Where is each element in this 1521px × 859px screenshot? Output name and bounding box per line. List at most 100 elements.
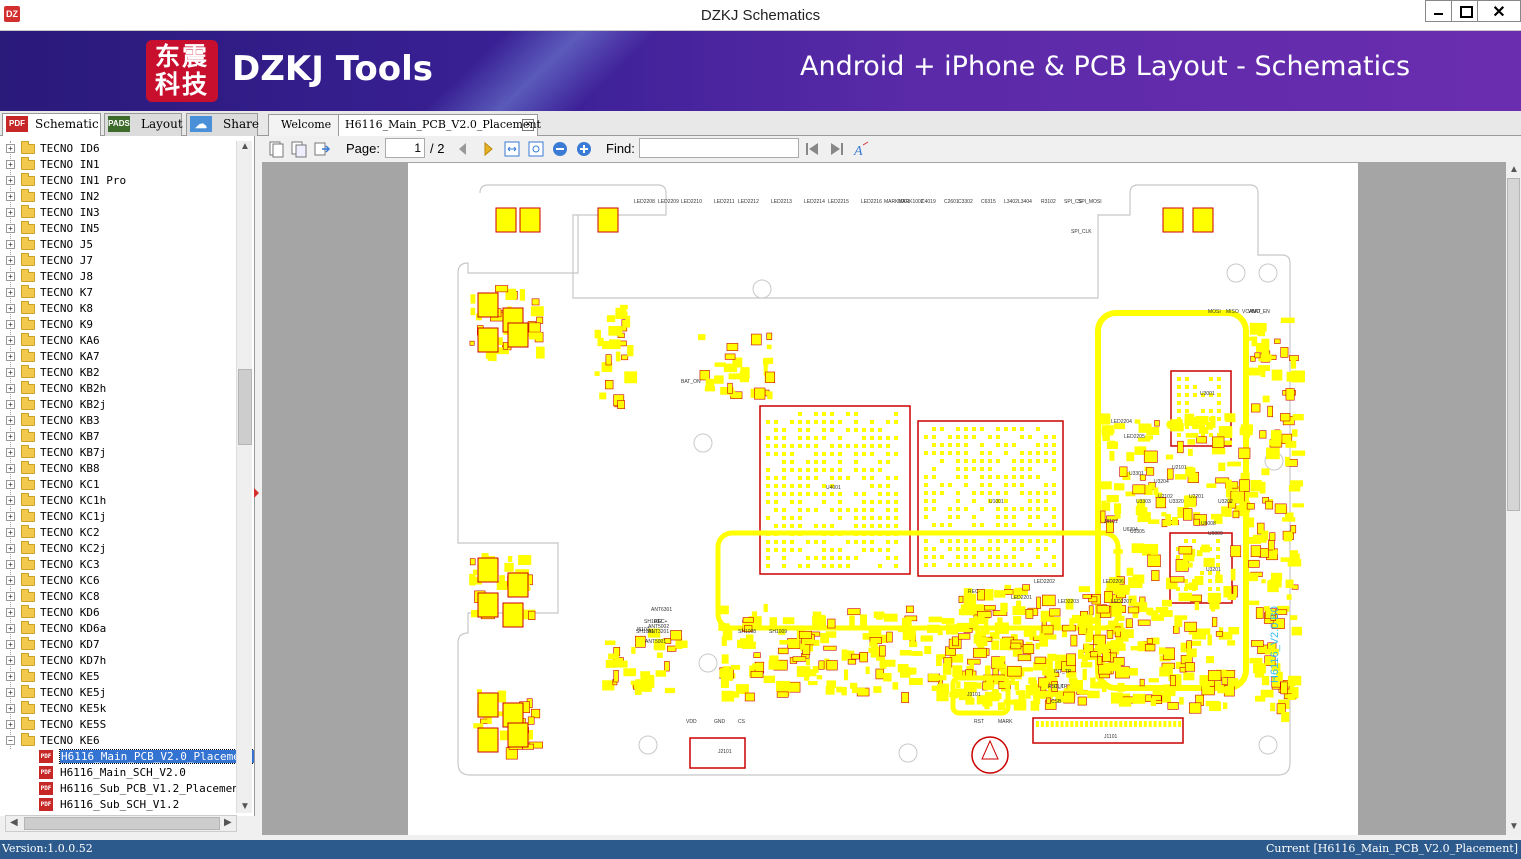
- tree-scroll-thumb[interactable]: [238, 369, 252, 445]
- expand-icon[interactable]: +: [6, 496, 15, 505]
- tree-folder-item[interactable]: + TECNO KE5j: [0, 685, 236, 701]
- tab-layout[interactable]: PADS Layout: [104, 113, 183, 136]
- expand-icon[interactable]: +: [6, 416, 15, 425]
- tree-folder-item[interactable]: + TECNO K7: [0, 285, 236, 301]
- panel-collapse-icon[interactable]: [254, 488, 259, 498]
- expand-icon[interactable]: +: [6, 288, 15, 297]
- expand-icon[interactable]: +: [6, 464, 15, 473]
- next-page-icon[interactable]: [479, 140, 497, 158]
- tree-folder-item[interactable]: + TECNO KB2h: [0, 381, 236, 397]
- copy-icon[interactable]: [290, 140, 308, 158]
- tab-welcome[interactable]: Welcome: [268, 114, 340, 136]
- tree-folder-item[interactable]: + TECNO KB3: [0, 413, 236, 429]
- expand-icon[interactable]: +: [6, 672, 15, 681]
- tree-folder-item[interactable]: + TECNO KA7: [0, 349, 236, 365]
- tree-folder-item[interactable]: + TECNO K9: [0, 317, 236, 333]
- tree-file-item[interactable]: PDF H6116_Sub_SCH_V1.2: [0, 797, 236, 813]
- tree-horizontal-scrollbar[interactable]: ◀ ▶: [5, 815, 237, 832]
- fit-width-icon[interactable]: [503, 140, 521, 158]
- tree-folder-item[interactable]: + TECNO IN1 Pro: [0, 173, 236, 189]
- tree-folder-item[interactable]: + TECNO IN5: [0, 221, 236, 237]
- tree-folder-item[interactable]: + TECNO KD7h: [0, 653, 236, 669]
- tree-file-item[interactable]: PDF H6116_Sub_PCB_V1.2_Placement: [0, 781, 245, 797]
- expand-icon[interactable]: +: [6, 560, 15, 569]
- tree-folder-item[interactable]: + TECNO IN2: [0, 189, 236, 205]
- maximize-icon[interactable]: [1451, 0, 1478, 22]
- expand-icon[interactable]: +: [6, 144, 15, 153]
- expand-icon[interactable]: +: [6, 608, 15, 617]
- expand-icon[interactable]: +: [6, 640, 15, 649]
- expand-icon[interactable]: +: [6, 528, 15, 537]
- expand-icon[interactable]: +: [6, 368, 15, 377]
- tree-folder-item[interactable]: + TECNO KD6a: [0, 621, 236, 637]
- viewer-scroll-down-icon[interactable]: ▼: [1509, 821, 1519, 832]
- tab-close-icon[interactable]: ×: [522, 119, 534, 131]
- zoom-out-icon[interactable]: [551, 140, 569, 158]
- minimize-icon[interactable]: [1425, 0, 1452, 22]
- tree-folder-item[interactable]: + TECNO ID6: [0, 141, 236, 157]
- find-input[interactable]: [639, 138, 799, 158]
- tree-folder-item[interactable]: + TECNO KB7: [0, 429, 236, 445]
- find-next-icon[interactable]: [828, 140, 846, 158]
- match-case-icon[interactable]: A: [852, 140, 870, 158]
- viewer-scroll-thumb[interactable]: [1507, 178, 1520, 511]
- tree-folder-item[interactable]: + TECNO KB2j: [0, 397, 236, 413]
- tree-folder-item[interactable]: + TECNO IN1: [0, 157, 236, 173]
- tree-folder-item[interactable]: + TECNO KC1h: [0, 493, 236, 509]
- tab-current-document[interactable]: H6116_Main_PCB_V2.0_Placement ×: [338, 114, 541, 137]
- expand-icon[interactable]: +: [6, 176, 15, 185]
- expand-icon[interactable]: +: [6, 704, 15, 713]
- tree-folder-item[interactable]: + TECNO KC2j: [0, 541, 236, 557]
- tree-folder-item[interactable]: + TECNO J5: [0, 237, 236, 253]
- tree-folder-item[interactable]: + TECNO KB2: [0, 365, 236, 381]
- tree-folder-item[interactable]: − TECNO KE6: [0, 733, 236, 749]
- tree-folder-item[interactable]: + TECNO K8: [0, 301, 236, 317]
- tree-folder-item[interactable]: + TECNO KE5: [0, 669, 236, 685]
- tab-schematic[interactable]: PDF Schematic: [2, 113, 101, 137]
- expand-icon[interactable]: +: [6, 304, 15, 313]
- scroll-down-icon[interactable]: ▼: [240, 801, 250, 812]
- scroll-left-icon[interactable]: ◀: [10, 817, 18, 828]
- tree-file-item[interactable]: PDF H6116_Main_PCB_V2.0_Placement: [0, 749, 254, 765]
- expand-icon[interactable]: +: [6, 320, 15, 329]
- tree-folder-item[interactable]: + TECNO KC1: [0, 477, 236, 493]
- tree-folder-item[interactable]: + TECNO J8: [0, 269, 236, 285]
- tree-folder-item[interactable]: + TECNO KB7j: [0, 445, 236, 461]
- tree-folder-item[interactable]: + TECNO KC8: [0, 589, 236, 605]
- scroll-up-icon[interactable]: ▲: [240, 141, 250, 152]
- tree-folder-item[interactable]: + TECNO KC3: [0, 557, 236, 573]
- expand-icon[interactable]: +: [6, 720, 15, 729]
- tree-folder-item[interactable]: + TECNO KA6: [0, 333, 236, 349]
- tree-folder-item[interactable]: + TECNO IN3: [0, 205, 236, 221]
- expand-icon[interactable]: +: [6, 656, 15, 665]
- expand-icon[interactable]: +: [6, 512, 15, 521]
- expand-icon[interactable]: +: [6, 384, 15, 393]
- tree-folder-item[interactable]: + TECNO J7: [0, 253, 236, 269]
- tree-folder-item[interactable]: + TECNO KC6: [0, 573, 236, 589]
- expand-icon[interactable]: +: [6, 592, 15, 601]
- export-icon[interactable]: [313, 140, 331, 158]
- tree-hscroll-thumb[interactable]: [24, 817, 220, 830]
- find-previous-icon[interactable]: [803, 140, 821, 158]
- viewer-vertical-scrollbar[interactable]: ▲ ▼: [1506, 162, 1521, 835]
- expand-icon[interactable]: +: [6, 576, 15, 585]
- expand-icon[interactable]: +: [6, 256, 15, 265]
- document-viewer[interactable]: U4001 U1001 U3201 U3001 U3301 U3303 U3305 U3320…: [262, 162, 1506, 835]
- tree-folder-item[interactable]: + TECNO KE5S: [0, 717, 236, 733]
- collapse-icon[interactable]: −: [6, 736, 15, 745]
- open-file-icon[interactable]: [267, 140, 285, 158]
- fit-page-icon[interactable]: [527, 140, 545, 158]
- expand-icon[interactable]: +: [6, 400, 15, 409]
- expand-icon[interactable]: +: [6, 192, 15, 201]
- expand-icon[interactable]: +: [6, 272, 15, 281]
- tree-folder-item[interactable]: + TECNO KD7: [0, 637, 236, 653]
- expand-icon[interactable]: +: [6, 336, 15, 345]
- expand-icon[interactable]: +: [6, 208, 15, 217]
- tree-folder-item[interactable]: + TECNO KC2: [0, 525, 236, 541]
- tab-share[interactable]: ☁ Share: [186, 113, 259, 136]
- expand-icon[interactable]: +: [6, 224, 15, 233]
- expand-icon[interactable]: +: [6, 448, 15, 457]
- tree-folder-item[interactable]: + TECNO KD6: [0, 605, 236, 621]
- scroll-right-icon[interactable]: ▶: [224, 817, 232, 828]
- expand-icon[interactable]: +: [6, 160, 15, 169]
